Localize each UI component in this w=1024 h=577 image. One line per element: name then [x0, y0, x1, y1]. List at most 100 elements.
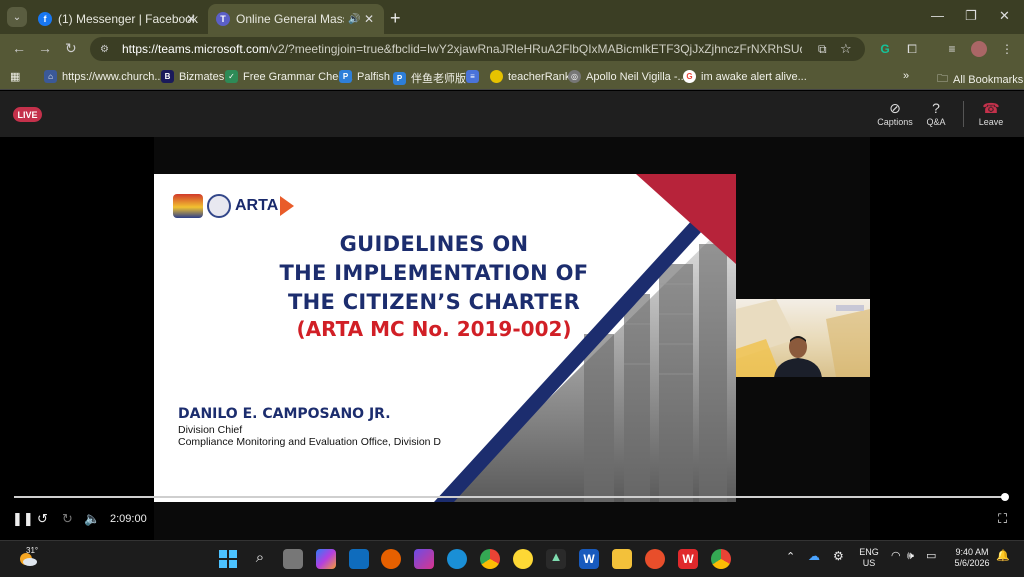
apps-grid-icon[interactable]: ▦	[10, 70, 20, 83]
tray-overflow-icon[interactable]: ⌃	[786, 552, 795, 563]
bookmark-star-icon[interactable]: ☆	[840, 41, 852, 57]
fullscreen-icon[interactable]: ⛶	[998, 511, 1007, 527]
windows-taskbar: 31° ⌕ ▲ W W ⌃ ☁ ⚙ ENG US ◠ 🕪 ▭ 9:40 AM 5/6…	[0, 540, 1024, 577]
close-window-icon[interactable]: ✕	[999, 8, 1010, 24]
audio-playing-icon[interactable]: 🔊	[348, 14, 360, 25]
reload-icon[interactable]: ↻	[65, 40, 77, 57]
media-controls-icon[interactable]: ≡	[944, 42, 960, 58]
forward-10-icon[interactable]: ↻	[62, 511, 73, 527]
word-icon[interactable]: W	[579, 549, 599, 569]
firefox-icon[interactable]	[381, 549, 401, 569]
teams-icon: T	[216, 12, 230, 26]
presenter-camera	[736, 299, 870, 377]
close-tab-icon[interactable]: ✕	[364, 12, 374, 26]
bookmark-church[interactable]: ⌂ https://www.church...	[44, 70, 163, 83]
arta-seal-logo	[207, 194, 231, 218]
speaker-icon[interactable]: 🕪	[907, 551, 914, 562]
captions-button[interactable]: ⊘ Captions	[873, 99, 917, 127]
all-bookmarks-button[interactable]: 🗀 All Bookmarks	[937, 70, 1023, 89]
docs-icon: ≡	[466, 70, 479, 83]
app-orange-icon[interactable]	[645, 549, 665, 569]
chrome-profile-icon[interactable]	[711, 549, 731, 569]
bizmates-icon: B	[161, 70, 174, 83]
close-tab-icon[interactable]: ✕	[186, 12, 196, 26]
qa-button[interactable]: ? Q&A	[914, 99, 958, 127]
url-text: https://teams.microsoft.com/v2/?meetingj…	[122, 42, 802, 56]
tab-messenger[interactable]: f (1) Messenger | Facebook ✕	[30, 4, 206, 34]
bookmark-docs[interactable]: ≡	[466, 70, 484, 83]
rewind-10-icon[interactable]: ↺	[37, 511, 48, 527]
arta-arrow-icon	[280, 196, 295, 216]
grammar-check-icon: ✓	[225, 70, 238, 83]
bookmarks-bar: ▦ ⌂ https://www.church... B Bizmates ✓ Free…	[0, 64, 1024, 90]
menu-kebab-icon[interactable]: ⋮	[999, 42, 1015, 58]
bookmark-im-awake[interactable]: Gim awake alert alive...	[683, 70, 807, 83]
wifi-icon[interactable]: ◠	[891, 551, 901, 562]
address-bar[interactable]: ⚙ https://teams.microsoft.com/v2/?meetin…	[90, 37, 865, 61]
file-explorer-icon[interactable]	[612, 549, 632, 569]
tray-app-icon[interactable]: ⚙	[833, 550, 844, 562]
edge-icon[interactable]	[447, 549, 467, 569]
pause-icon[interactable]: ❚❚	[12, 511, 34, 527]
back-icon[interactable]: ←	[12, 40, 26, 56]
folder-icon: 🗀	[937, 73, 948, 85]
browser-toolbar: ← → ↻ ⚙ https://teams.microsoft.com/v2/?…	[0, 34, 1024, 64]
chrome-icon[interactable]	[480, 549, 500, 569]
bookmark-bizmates[interactable]: B Bizmates	[161, 70, 224, 83]
arta-logo-text: ARTA	[235, 197, 279, 214]
bookmark-banyu[interactable]: P 伴鱼老师版	[393, 70, 466, 86]
leave-button[interactable]: ☎ Leave	[969, 99, 1013, 127]
bookmark-teacherrank[interactable]: teacherRank	[490, 70, 570, 83]
tab-title: (1) Messenger | Facebook	[58, 12, 198, 26]
install-app-icon[interactable]: ⧉	[818, 42, 827, 57]
weather-temperature: 31°	[26, 546, 39, 555]
bookmark-apollo[interactable]: ◎ Apollo Neil Vigilla -...	[568, 70, 687, 83]
tab-teams-meeting[interactable]: T Online General Mass Orient 🔊 ✕	[208, 4, 384, 34]
qa-icon: ?	[932, 100, 940, 116]
restore-icon[interactable]: ❐	[965, 8, 977, 24]
palfish-icon: P	[339, 70, 352, 83]
wps-icon[interactable]: W	[678, 549, 698, 569]
seek-bar[interactable]	[14, 493, 1009, 501]
extensions-icon[interactable]: ⧠	[904, 42, 920, 58]
live-badge: LIVE	[13, 107, 42, 122]
battery-icon[interactable]: ▭	[926, 551, 936, 562]
seek-handle[interactable]	[1001, 493, 1009, 501]
outlook-icon[interactable]	[349, 549, 369, 569]
notifications-icon[interactable]: 🔔	[996, 551, 1010, 562]
language-indicator[interactable]: ENG US	[855, 547, 883, 569]
bookmarks-overflow-icon[interactable]: »	[903, 70, 909, 82]
task-view-icon[interactable]	[283, 549, 303, 569]
bagong-pilipinas-logo	[173, 194, 203, 218]
forward-icon[interactable]: →	[38, 40, 52, 56]
grammarly-extension-icon[interactable]: G	[877, 42, 893, 58]
clock[interactable]: 9:40 AM 5/6/2026	[950, 547, 994, 569]
church-icon: ⌂	[44, 70, 57, 83]
palfish-teacher-icon: P	[393, 71, 406, 85]
minimize-icon[interactable]: —	[931, 8, 944, 23]
presentation-slide: ARTA GUIDELINES ON THE IMPLEMENTATION OF…	[154, 174, 736, 502]
start-icon[interactable]	[218, 549, 238, 569]
site-info-icon[interactable]: ⚙	[100, 44, 114, 55]
agency-logos: ARTA	[173, 194, 295, 218]
m365-icon[interactable]	[414, 549, 434, 569]
google-icon: G	[683, 70, 696, 83]
app-yellow-icon[interactable]	[513, 549, 533, 569]
video-player[interactable]: ARTA GUIDELINES ON THE IMPLEMENTATION OF…	[0, 137, 1024, 540]
tab-title: Online General Mass Orient	[236, 12, 344, 26]
teacherrank-icon	[490, 70, 503, 83]
speaker-office: Compliance Monitoring and Evaluation Off…	[178, 436, 442, 448]
new-tab-button[interactable]: +	[390, 8, 401, 29]
speaker-name: DANILO E. CAMPOSANO JR.	[178, 406, 391, 422]
vector-app-icon[interactable]: ▲	[546, 549, 566, 569]
search-icon[interactable]: ⌕	[250, 549, 270, 569]
profile-avatar[interactable]	[971, 41, 987, 57]
slide-title: GUIDELINES ON THE IMPLEMENTATION OF THE …	[279, 232, 589, 314]
bookmark-grammar-checker[interactable]: ✓ Free Grammar Chec...	[225, 70, 353, 83]
volume-icon[interactable]: 🔈	[84, 511, 100, 527]
tab-search-button[interactable]: ⌄	[7, 7, 27, 27]
speaker-role: Division Chief	[178, 424, 243, 436]
onedrive-icon[interactable]: ☁	[808, 550, 820, 562]
bookmark-palfish[interactable]: P Palfish	[339, 70, 390, 83]
copilot-icon[interactable]	[316, 549, 336, 569]
